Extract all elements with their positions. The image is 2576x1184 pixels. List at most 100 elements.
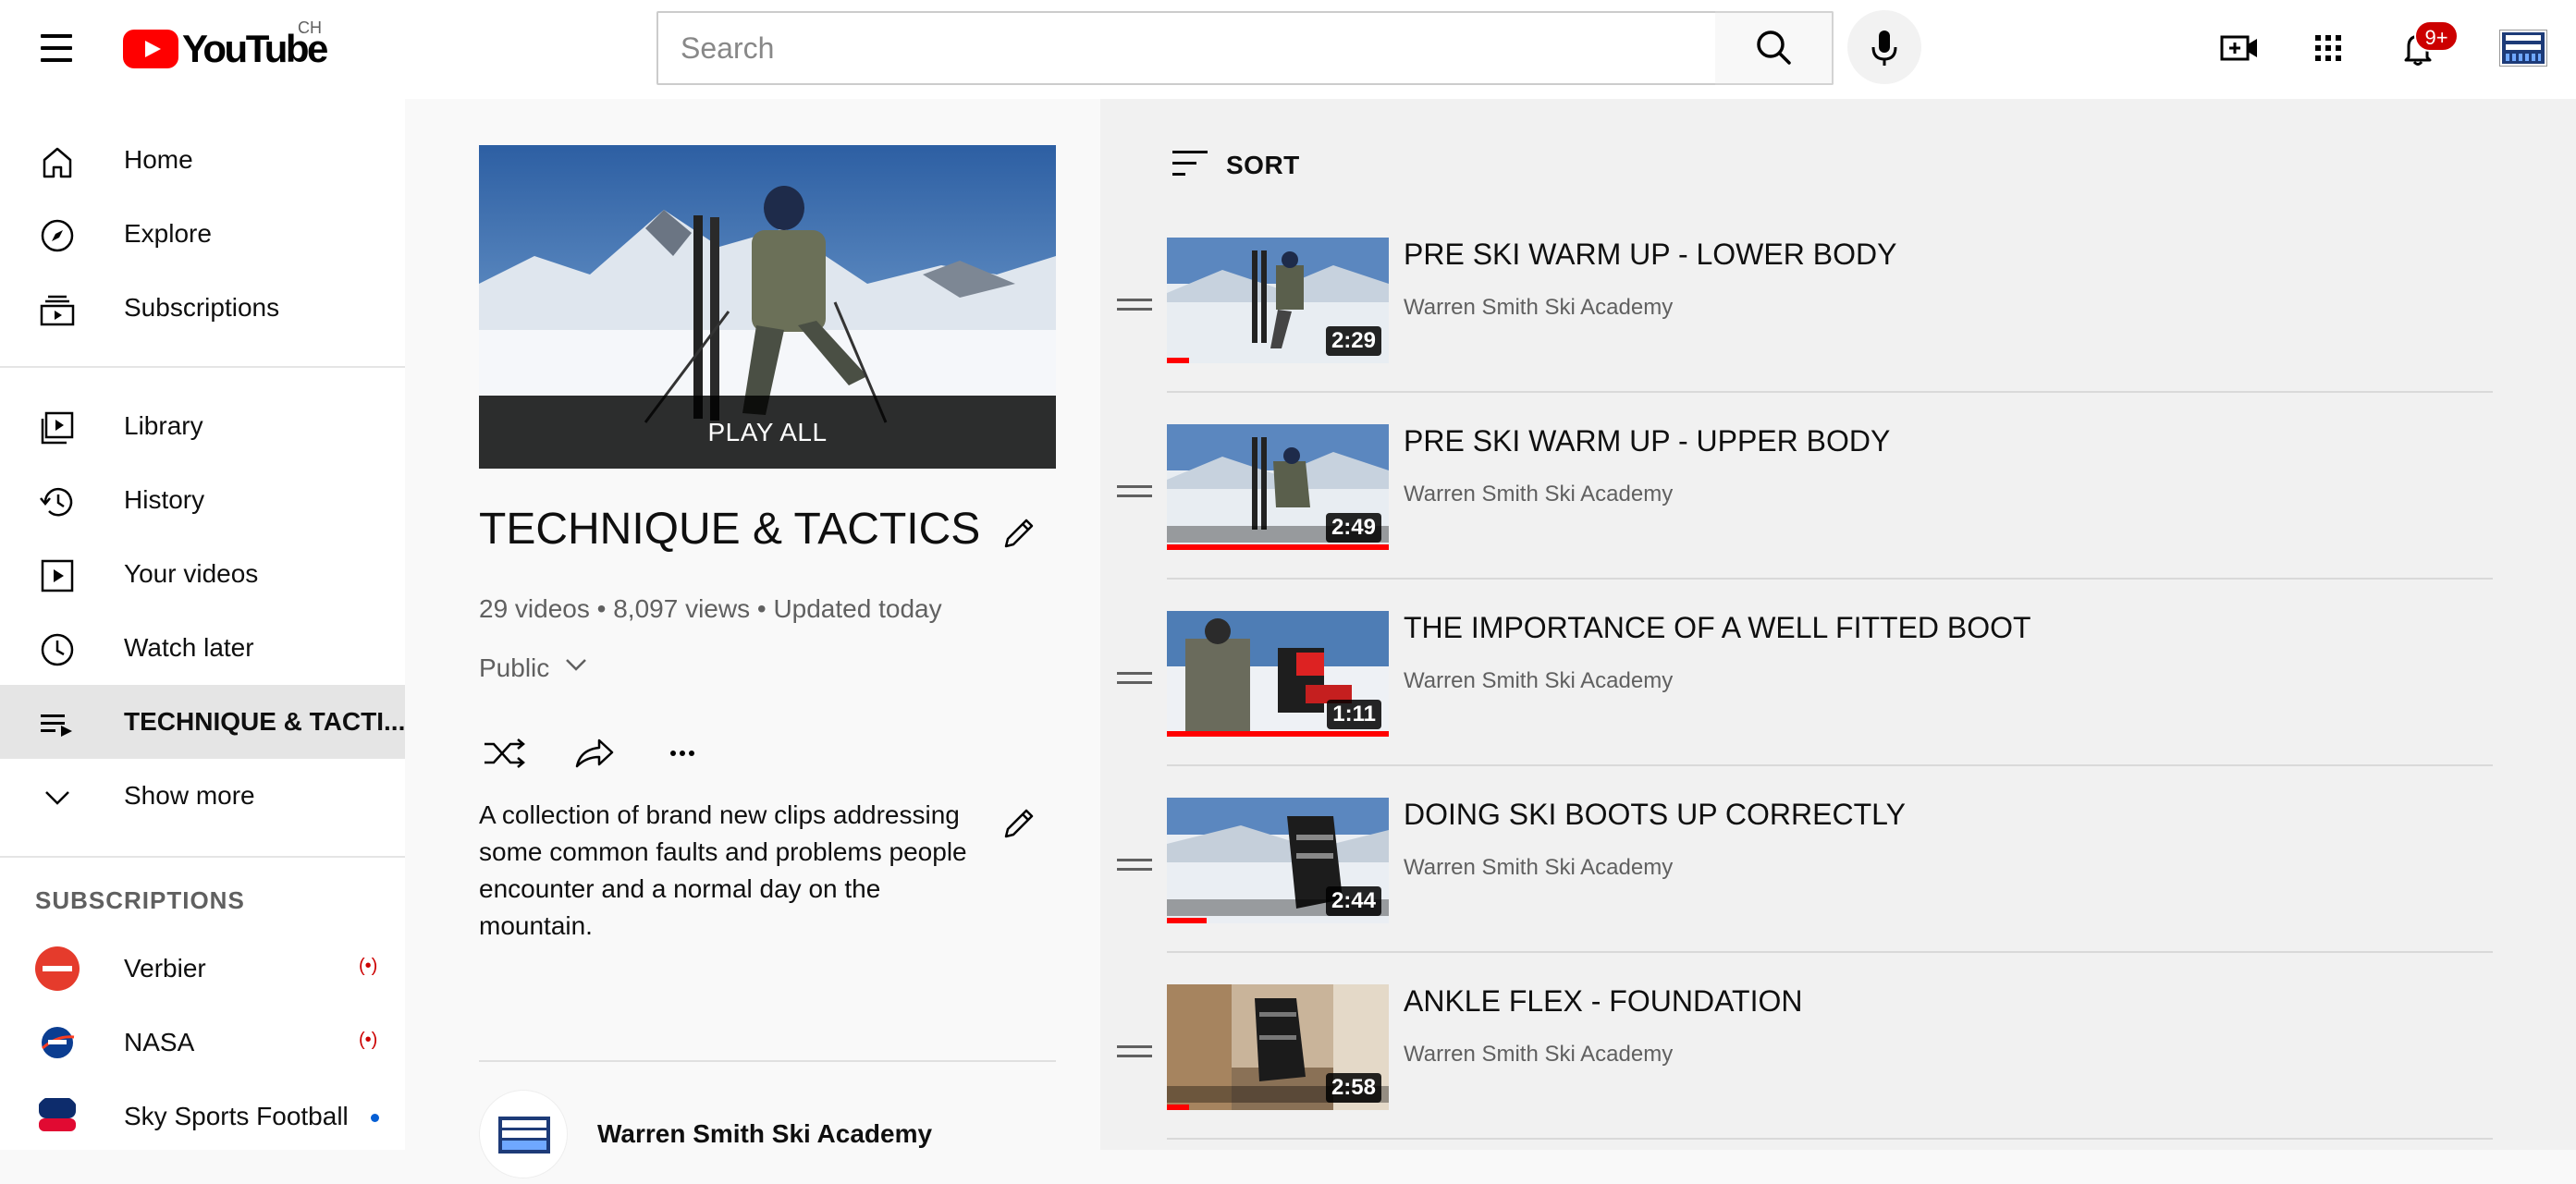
playlist-video-row[interactable]: 2:58 ANKLE FLEX - FOUNDATION Warren Smit… (1100, 984, 2496, 1171)
search-button[interactable] (1715, 11, 1834, 85)
sort-icon[interactable] (1171, 145, 1211, 182)
sidebar-item-label: Home (124, 145, 193, 174)
playlist-divider (479, 1060, 1056, 1062)
sidebar-divider (0, 366, 405, 368)
playlist-title: TECHNIQUE & TACTICS (479, 505, 981, 554)
drag-handle-icon[interactable] (1117, 485, 1152, 504)
search-icon (1757, 31, 1791, 65)
video-title[interactable]: DOING SKI BOOTS UP CORRECTLY (1404, 798, 1906, 832)
owner-channel-name[interactable]: Warren Smith Ski Academy (597, 1119, 932, 1149)
youtube-logo[interactable]: YouTube (123, 26, 328, 72)
live-icon: (•) (359, 956, 378, 976)
channel-avatar (35, 1020, 80, 1065)
playlist-video-row[interactable]: 1:11 THE IMPORTANCE OF A WELL FITTED BOO… (1100, 611, 2496, 798)
sidebar-item-explore[interactable]: Explore (0, 197, 405, 271)
more-options-icon[interactable] (656, 727, 708, 779)
sidebar: Home Explore Subscriptions Library Histo… (0, 99, 405, 1150)
watch-progress-bar (1167, 731, 1389, 737)
playlist-video-row[interactable]: 2:29 PRE SKI WARM UP - LOWER BODY Warren… (1100, 238, 2496, 424)
video-channel[interactable]: Warren Smith Ski Academy (1404, 855, 1673, 881)
video-duration: 2:44 (1325, 886, 1381, 916)
apps-button[interactable] (2300, 20, 2356, 76)
compass-icon (41, 219, 74, 252)
voice-search-button[interactable] (1847, 10, 1921, 84)
subscription-name: NASA (124, 1028, 195, 1056)
microphone-icon (1871, 31, 1897, 66)
watch-progress-bar (1167, 1105, 1189, 1110)
video-title[interactable]: PRE SKI WARM UP - LOWER BODY (1404, 238, 1896, 272)
edit-description-pencil-icon[interactable] (999, 803, 1039, 844)
video-thumbnail[interactable]: 1:11 (1167, 611, 1389, 737)
your-videos-icon (41, 559, 74, 592)
apps-grid-icon (2315, 35, 2341, 61)
sidebar-item-watch-later[interactable]: Watch later (0, 611, 405, 685)
sidebar-item-label: History (124, 485, 205, 514)
playlist-video-row[interactable]: 2:44 DOING SKI BOOTS UP CORRECTLY Warren… (1100, 798, 2496, 984)
search-box[interactable] (656, 11, 1717, 85)
sidebar-item-label: Your videos (124, 559, 259, 588)
playlist-stats: 29 videos • 8,097 views • Updated today (479, 594, 942, 623)
owner-avatar[interactable] (479, 1090, 568, 1178)
video-thumbnail[interactable]: 2:49 (1167, 424, 1389, 550)
notification-count-badge: 9+ (2414, 20, 2459, 52)
video-channel[interactable]: Warren Smith Ski Academy (1404, 482, 1673, 507)
video-thumbnail[interactable]: 2:58 (1167, 984, 1389, 1110)
drag-handle-icon[interactable] (1117, 1045, 1152, 1064)
top-bar: YouTube CH Search 9+ (0, 0, 2576, 99)
playlist-icon (41, 714, 72, 737)
sidebar-item-your-videos[interactable]: Your videos (0, 537, 405, 611)
playlist-video-list: SORT 2:29 PRE SKI WARM UP - LOWER BODY W… (1100, 99, 2576, 1150)
hamburger-menu-icon[interactable] (35, 28, 78, 70)
video-title[interactable]: PRE SKI WARM UP - UPPER BODY (1404, 424, 1890, 458)
subscription-sky-sports-football[interactable]: Sky Sports Football (0, 1080, 405, 1153)
youtube-play-icon (123, 30, 178, 68)
sidebar-item-label: Library (124, 411, 203, 440)
video-channel[interactable]: Warren Smith Ski Academy (1404, 295, 1673, 321)
video-thumbnail[interactable]: 2:29 (1167, 238, 1389, 363)
video-duration: 2:58 (1325, 1073, 1381, 1103)
video-channel[interactable]: Warren Smith Ski Academy (1404, 1042, 1673, 1068)
video-duration: 2:29 (1325, 326, 1381, 356)
sidebar-item-library[interactable]: Library (0, 389, 405, 463)
create-video-button[interactable] (2213, 20, 2268, 76)
video-channel[interactable]: Warren Smith Ski Academy (1404, 668, 1673, 694)
sidebar-item-history[interactable]: History (0, 463, 405, 537)
sidebar-item-subscriptions[interactable]: Subscriptions (0, 271, 405, 345)
search-input[interactable] (681, 13, 1698, 83)
sidebar-item-playlist[interactable]: TECHNIQUE & TACTI... (0, 685, 405, 759)
sort-button[interactable]: SORT (1226, 151, 1300, 180)
row-divider (1167, 578, 2493, 580)
subscription-nasa[interactable]: NASA (•) (0, 1006, 405, 1080)
play-all-button[interactable]: PLAY ALL (479, 396, 1056, 469)
privacy-selector[interactable]: Public (479, 653, 549, 683)
video-duration: 1:11 (1327, 700, 1381, 729)
sidebar-item-label: Explore (124, 219, 212, 248)
video-title[interactable]: ANKLE FLEX - FOUNDATION (1404, 984, 1802, 1019)
channel-avatar (35, 1094, 80, 1139)
playlist-video-row[interactable]: 2:49 PRE SKI WARM UP - UPPER BODY Warren… (1100, 424, 2496, 611)
subscriptions-section-title: SUBSCRIPTIONS (35, 886, 245, 914)
drag-handle-icon[interactable] (1117, 299, 1152, 317)
subscription-verbier[interactable]: Verbier (•) (0, 932, 405, 1006)
video-title[interactable]: THE IMPORTANCE OF A WELL FITTED BOOT (1404, 611, 2031, 645)
library-icon (41, 411, 74, 445)
channel-avatar (35, 946, 80, 991)
edit-title-pencil-icon[interactable] (999, 513, 1039, 554)
create-video-icon (2220, 35, 2257, 61)
sidebar-item-label: Show more (124, 781, 255, 810)
account-avatar[interactable] (2499, 30, 2547, 67)
chevron-down-icon[interactable] (562, 651, 590, 678)
drag-handle-icon[interactable] (1117, 672, 1152, 690)
video-thumbnail[interactable]: 2:44 (1167, 798, 1389, 923)
sidebar-item-label: Subscriptions (124, 293, 280, 322)
shuffle-icon[interactable] (479, 727, 531, 779)
playlist-thumbnail[interactable]: PLAY ALL (479, 145, 1056, 469)
sidebar-item-home[interactable]: Home (0, 123, 405, 197)
share-icon[interactable] (568, 727, 619, 779)
home-icon (43, 147, 72, 178)
country-code: CH (298, 18, 322, 37)
history-icon (40, 487, 73, 517)
sidebar-item-label: TECHNIQUE & TACTI... (124, 707, 406, 736)
drag-handle-icon[interactable] (1117, 859, 1152, 877)
sidebar-show-more[interactable]: Show more (0, 759, 405, 833)
